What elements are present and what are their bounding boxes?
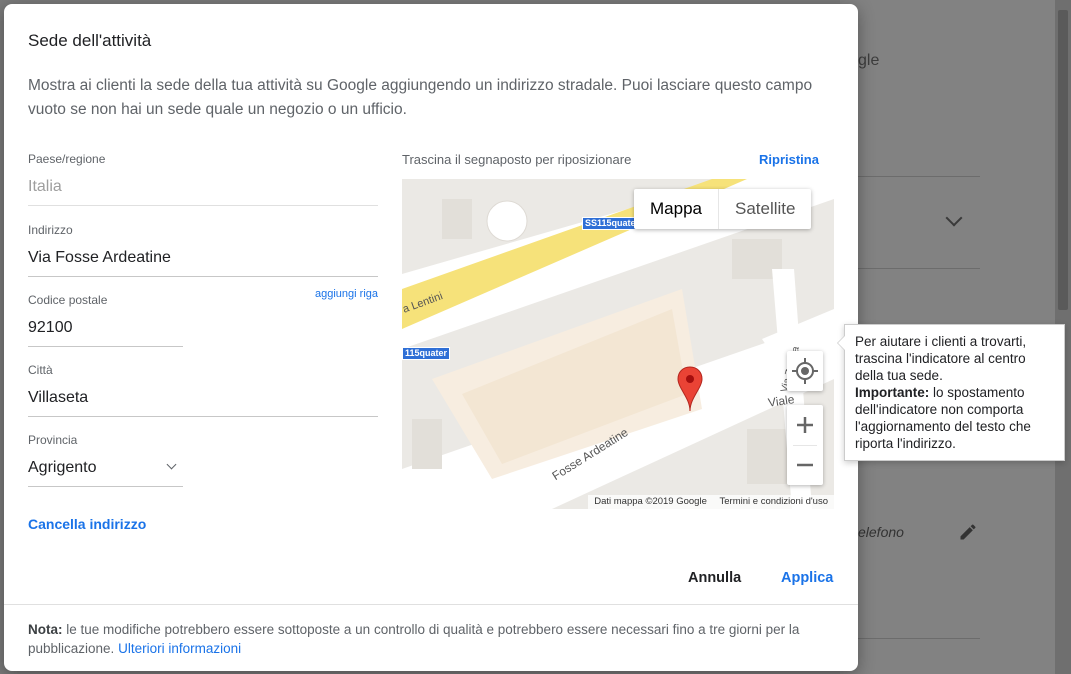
country-input: Italia xyxy=(28,178,62,195)
city-label: Città xyxy=(28,363,53,377)
province-select[interactable]: Agrigento xyxy=(28,459,183,481)
zoom-control xyxy=(787,405,823,485)
map-type-map-button[interactable]: Mappa xyxy=(634,189,718,229)
chevron-down-icon xyxy=(166,459,177,470)
province-field[interactable]: Provincia Agrigento xyxy=(28,433,183,487)
learn-more-link[interactable]: Ulteriori informazioni xyxy=(118,641,241,656)
city-underline xyxy=(28,416,378,417)
background-divider xyxy=(858,176,980,177)
map-type-control: Mappa Satellite xyxy=(634,189,812,229)
postal-field[interactable]: Codice postale 92100 xyxy=(28,293,183,347)
zoom-out-icon[interactable] xyxy=(787,445,823,485)
address-underline xyxy=(28,276,378,277)
province-underline xyxy=(28,486,183,487)
address-field[interactable]: Indirizzo Via Fosse Ardeatine xyxy=(28,223,378,277)
zoom-in-icon[interactable] xyxy=(787,405,823,445)
map-hint: Trascina il segnaposto per riposizionare xyxy=(402,152,632,167)
address-input[interactable]: Via Fosse Ardeatine xyxy=(28,249,378,271)
my-location-icon xyxy=(792,358,818,384)
city-input[interactable]: Villaseta xyxy=(28,389,378,411)
city-field[interactable]: Città Villaseta xyxy=(28,363,378,417)
location-dialog: Sede dell'attività Mostra ai clienti la … xyxy=(4,4,858,671)
map-attribution: Dati mappa ©2019 Google Termini e condiz… xyxy=(588,495,834,509)
delete-address-link[interactable]: Cancella indirizzo xyxy=(28,516,146,532)
footer-divider xyxy=(4,604,858,605)
cancel-button[interactable]: Annulla xyxy=(688,570,741,586)
my-location-button[interactable] xyxy=(787,351,823,391)
province-value: Agrigento xyxy=(28,459,97,476)
apply-button[interactable]: Applica xyxy=(781,570,833,586)
map-terms-link[interactable]: Termini e condizioni d'uso xyxy=(720,496,828,507)
tooltip-text: Per aiutare i clienti a trovarti, trasci… xyxy=(855,334,1027,383)
address-label: Indirizzo xyxy=(28,223,73,237)
note-label: Nota: xyxy=(28,622,63,637)
map-data-credit: Dati mappa ©2019 Google xyxy=(594,496,707,507)
pin-tooltip: Per aiutare i clienti a trovarti, trasci… xyxy=(837,324,1065,461)
postal-underline xyxy=(28,346,183,347)
background-heading: gle xyxy=(858,52,880,69)
add-line-link[interactable]: aggiungi riga xyxy=(315,288,378,300)
country-underline xyxy=(28,205,378,206)
province-label: Provincia xyxy=(28,433,78,447)
background-divider xyxy=(858,638,980,639)
scrollbar-thumb[interactable] xyxy=(1058,10,1068,310)
dialog-title: Sede dell'attività xyxy=(28,31,152,50)
map-view[interactable]: SS115quater 115quater a Lentini Fosse Ar… xyxy=(402,179,834,509)
map-type-satellite-button[interactable]: Satellite xyxy=(717,189,811,229)
road-shield: 115quater xyxy=(402,347,451,360)
background-divider xyxy=(858,268,980,269)
dialog-description: Mostra ai clienti la sede della tua atti… xyxy=(28,77,813,118)
postal-label: Codice postale xyxy=(28,293,108,307)
postal-input[interactable]: 92100 xyxy=(28,319,183,341)
country-field: Paese/regione Italia xyxy=(28,152,378,206)
background-phone-label: elefono xyxy=(858,524,904,540)
country-label: Paese/regione xyxy=(28,152,106,166)
quality-note: Nota: le tue modifiche potrebbero essere… xyxy=(28,620,838,658)
reset-link[interactable]: Ripristina xyxy=(759,152,819,167)
pencil-icon xyxy=(960,524,976,540)
tooltip-important-label: Importante: xyxy=(855,385,930,400)
